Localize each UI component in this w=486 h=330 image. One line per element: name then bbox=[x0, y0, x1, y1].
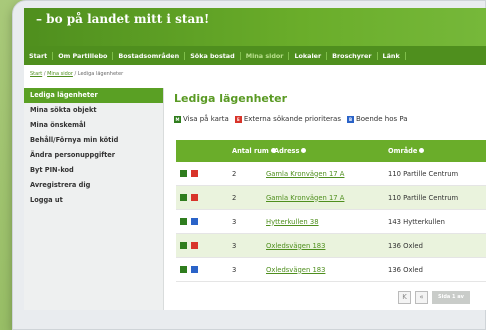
sidebar-item-pin[interactable]: Byt PIN-kod bbox=[24, 163, 163, 178]
table-row[interactable]: 3 Hytterkullen 38 143 Hytterkullen bbox=[176, 210, 486, 234]
table-row[interactable]: 2 Gamla Kronvägen 17 A 110 Partille Cent… bbox=[176, 186, 486, 210]
legend-boende-label: Boende hos Pa bbox=[355, 115, 408, 123]
site-header: – bo på landet mitt i stan! bbox=[24, 8, 486, 46]
sidebar-item-kotid[interactable]: Behåll/Förnya min kötid bbox=[24, 133, 163, 148]
browser-screen: – bo på landet mitt i stan! Start Om Par… bbox=[24, 8, 486, 310]
map-icon[interactable] bbox=[180, 266, 187, 273]
address-link[interactable]: Oxledsvägen 183 bbox=[266, 242, 325, 250]
map-icon[interactable] bbox=[180, 170, 187, 177]
external-icon bbox=[191, 242, 198, 249]
column-area[interactable]: Område bbox=[388, 147, 486, 155]
boende-icon: B bbox=[346, 115, 354, 123]
nav-soka-bostad[interactable]: Söka bostad bbox=[185, 51, 241, 60]
boende-icon bbox=[191, 266, 198, 273]
address-link[interactable]: Gamla Kronvägen 17 A bbox=[266, 194, 344, 202]
sidebar-item-logga-ut[interactable]: Logga ut bbox=[24, 193, 163, 208]
site-logo[interactable]: – bo på landet mitt i stan! bbox=[36, 12, 209, 26]
legend-external-label: Externa sökande prioriteras bbox=[243, 115, 341, 123]
page-info: Sida 1 av bbox=[432, 291, 470, 304]
nav-lank[interactable]: Länk bbox=[378, 51, 406, 60]
external-icon bbox=[191, 170, 198, 177]
sidebar-item-lediga[interactable]: Lediga lägenheter bbox=[24, 88, 163, 103]
breadcrumb-mina-sidor[interactable]: Mina sidor bbox=[47, 71, 73, 77]
breadcrumb: Start / Mina sidor / Lediga lägenheter bbox=[30, 71, 124, 77]
address-link[interactable]: Oxledsvägen 183 bbox=[266, 266, 325, 274]
nav-start[interactable]: Start bbox=[24, 51, 54, 60]
column-address[interactable]: Adress bbox=[266, 147, 388, 155]
map-icon[interactable] bbox=[180, 242, 187, 249]
address-link[interactable]: Hytterkullen 38 bbox=[266, 218, 319, 226]
boende-icon bbox=[191, 218, 198, 225]
external-icon: E bbox=[234, 115, 242, 123]
external-icon bbox=[191, 194, 198, 201]
table-row[interactable]: 2 Gamla Kronvägen 17 A 110 Partille Cent… bbox=[176, 162, 486, 186]
nav-mina-sidor[interactable]: Mina sidor bbox=[241, 51, 290, 60]
sidebar-item-sokta[interactable]: Mina sökta objekt bbox=[24, 103, 163, 118]
table-row[interactable]: 3 Oxledsvägen 183 136 Oxled bbox=[176, 234, 486, 258]
sidebar-item-avregistrera[interactable]: Avregistrera dig bbox=[24, 178, 163, 193]
column-rooms[interactable]: Antal rum bbox=[220, 147, 276, 155]
sidebar: Lediga lägenheter Mina sökta objekt Mina… bbox=[24, 88, 164, 310]
map-icon[interactable] bbox=[180, 194, 187, 201]
map-icon: M bbox=[174, 115, 181, 123]
top-navigation: Start Om Partillebo Bostadsområden Söka … bbox=[24, 46, 486, 65]
table-row[interactable]: 3 Oxledsvägen 183 136 Oxled bbox=[176, 258, 486, 282]
prev-page-button[interactable]: « bbox=[415, 291, 428, 304]
pagination: K « Sida 1 av bbox=[398, 291, 470, 304]
breadcrumb-current: / Lediga lägenheter bbox=[74, 71, 124, 77]
nav-broschyrer[interactable]: Broschyrer bbox=[327, 51, 378, 60]
nav-om-partillebo[interactable]: Om Partillebo bbox=[53, 51, 114, 60]
sort-icon[interactable] bbox=[301, 148, 307, 153]
legend-map-label: Visa på karta bbox=[183, 115, 229, 123]
sort-icon[interactable] bbox=[419, 148, 425, 153]
sidebar-item-onskemal[interactable]: Mina önskemål bbox=[24, 118, 163, 133]
main-content: Lediga lägenheter M Visa på karta E Extern… bbox=[174, 88, 486, 310]
breadcrumb-start[interactable]: Start bbox=[30, 71, 42, 77]
sidebar-item-personuppgifter[interactable]: Ändra personuppgifter bbox=[24, 148, 163, 163]
address-link[interactable]: Gamla Kronvägen 17 A bbox=[266, 170, 344, 178]
nav-bostadsomraden[interactable]: Bostadsområden bbox=[113, 51, 186, 60]
nav-lokaler[interactable]: Lokaler bbox=[289, 51, 328, 60]
apartments-table: Antal rum Adress Område 2 Gamla Kronväge… bbox=[176, 140, 486, 282]
first-page-button[interactable]: K bbox=[398, 291, 411, 304]
legend: M Visa på karta E Externa sökande priorite… bbox=[174, 115, 414, 123]
table-header: Antal rum Adress Område bbox=[176, 140, 486, 162]
page-title: Lediga lägenheter bbox=[174, 92, 288, 105]
map-icon[interactable] bbox=[180, 218, 187, 225]
